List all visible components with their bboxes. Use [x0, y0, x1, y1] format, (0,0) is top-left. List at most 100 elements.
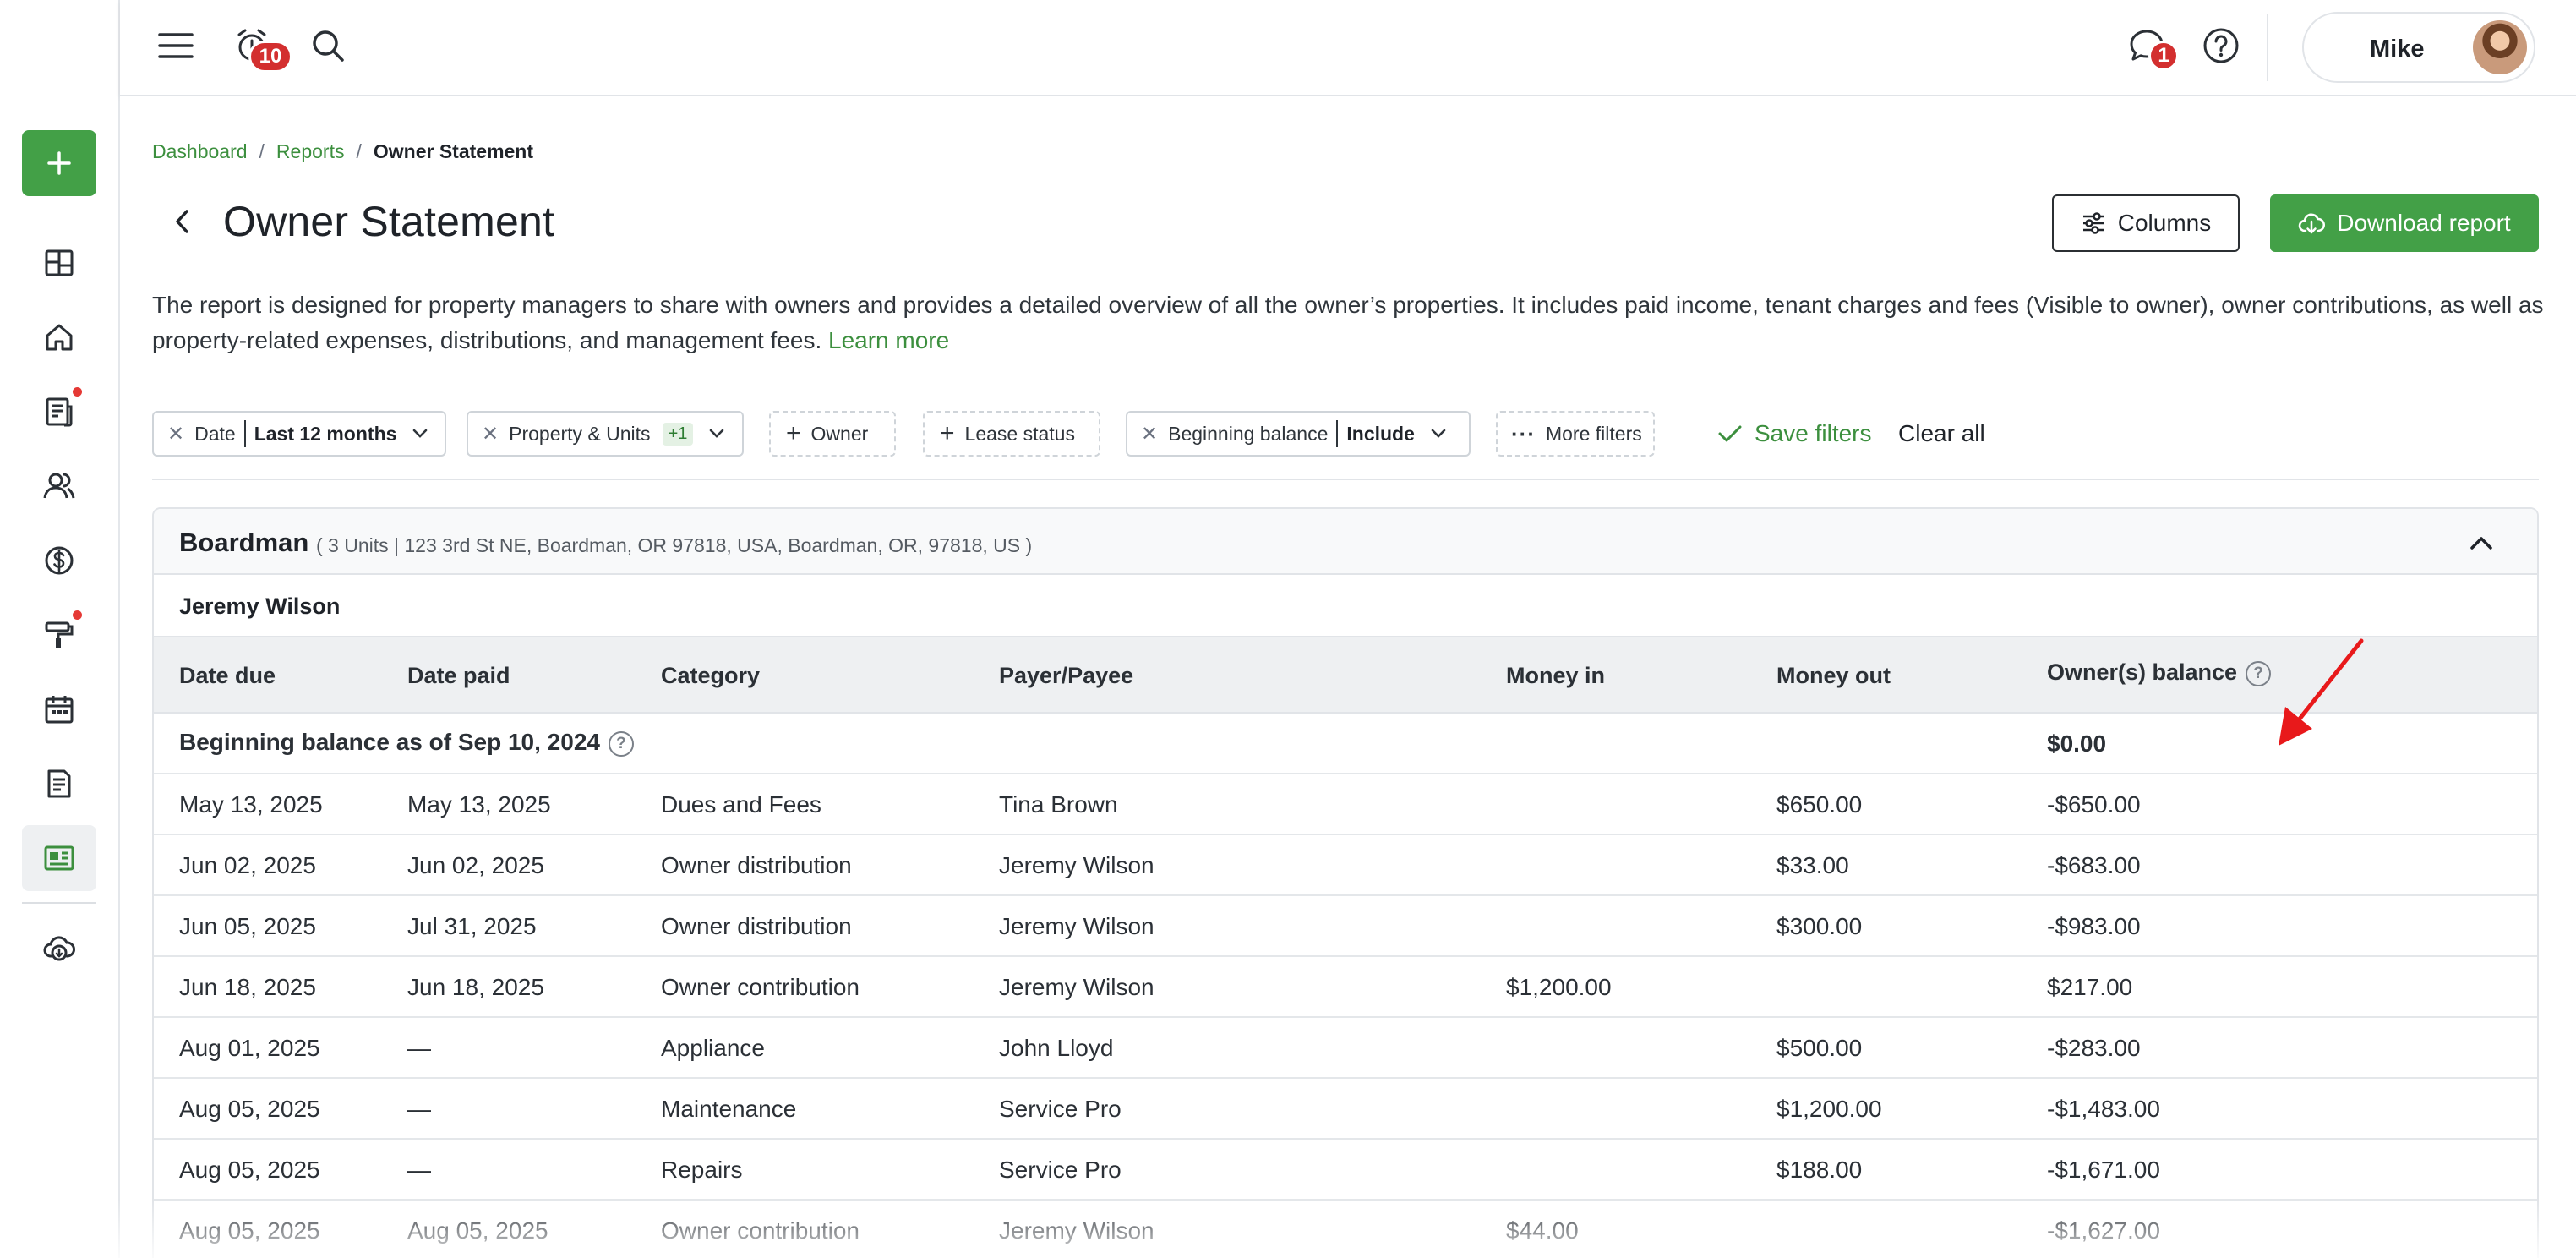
cell-date-due: Jun 02, 2025: [179, 852, 316, 878]
save-filters-button[interactable]: Save filters: [1717, 411, 1872, 457]
table-row[interactable]: Aug 05, 2025 Aug 05, 2025 Owner contributi…: [154, 1201, 2537, 1258]
chip-divider: [243, 420, 246, 447]
cell-money-out: $300.00: [1776, 913, 1863, 939]
sidebar-item-leases[interactable]: [22, 379, 96, 445]
property-header[interactable]: Boardman ( 3 Units | 123 3rd St NE, Boar…: [154, 509, 2537, 575]
date-filter-chip[interactable]: ✕ Date Last 12 months: [152, 411, 446, 457]
sidebar-item-reports[interactable]: [22, 825, 96, 891]
sidebar-item-dashboard[interactable]: [22, 230, 96, 296]
sidebar-divider: [22, 902, 96, 904]
column-header-category[interactable]: Category: [661, 663, 760, 689]
user-menu[interactable]: Mike: [2302, 12, 2535, 83]
plus-icon: +: [786, 419, 801, 447]
top-bar: 10 1 Mike: [120, 0, 2576, 96]
chevron-up-icon[interactable]: [2466, 528, 2497, 558]
cell-money-out: $650.00: [1776, 791, 1863, 818]
notifications-button[interactable]: 10: [230, 22, 292, 73]
notifications-badge: 10: [248, 41, 292, 73]
download-report-button[interactable]: Download report: [2270, 194, 2539, 252]
cell-category: Dues and Fees: [661, 791, 821, 818]
property-filter-chip[interactable]: ✕ Property & Units +1: [467, 411, 744, 457]
remove-filter-icon[interactable]: ✕: [482, 422, 499, 446]
breadcrumb-dashboard[interactable]: Dashboard: [152, 140, 248, 163]
learn-more-link[interactable]: Learn more: [828, 327, 949, 353]
breadcrumb-separator: /: [356, 140, 362, 162]
more-dots-icon: ···: [1511, 420, 1536, 446]
cell-date-paid: Jun 02, 2025: [407, 852, 544, 878]
reports-icon: [44, 845, 74, 871]
add-button[interactable]: [22, 130, 96, 196]
cell-balance: -$1,483.00: [2047, 1096, 2160, 1122]
table-row[interactable]: Aug 01, 2025 — Appliance John Lloyd $500.00 -…: [154, 1018, 2537, 1079]
chevron-left-icon: [176, 210, 188, 233]
column-header-money-in[interactable]: Money in: [1506, 663, 1605, 689]
cell-date-due: May 13, 2025: [179, 791, 323, 818]
column-header-date-due[interactable]: Date due: [179, 663, 276, 689]
hamburger-icon: [158, 33, 194, 58]
cell-payer: Jeremy Wilson: [999, 974, 1154, 1000]
sidebar-item-properties[interactable]: [22, 304, 96, 370]
beginning-balance-filter-chip[interactable]: ✕ Beginning balance Include: [1126, 411, 1471, 457]
table-row[interactable]: Jun 18, 2025 Jun 18, 2025 Owner contributi…: [154, 957, 2537, 1018]
cell-date-paid: Aug 05, 2025: [407, 1217, 548, 1244]
lease-status-filter-chip[interactable]: + Lease status: [923, 411, 1100, 457]
cell-balance: $217.00: [2047, 974, 2133, 1000]
notification-dot: [73, 610, 82, 620]
balance-header-label: Owner(s) balance: [2047, 659, 2238, 685]
cell-category: Appliance: [661, 1035, 765, 1061]
cell-money-out: $1,200.00: [1776, 1096, 1882, 1122]
property-filter-label: Property & Units: [509, 422, 651, 445]
column-header-date-paid[interactable]: Date paid: [407, 663, 510, 689]
table-row[interactable]: Jun 02, 2025 Jun 02, 2025 Owner distributi…: [154, 835, 2537, 896]
help-icon[interactable]: ?: [608, 730, 634, 757]
date-filter-value: Last 12 months: [254, 422, 397, 445]
table-row[interactable]: Jun 05, 2025 Jul 31, 2025 Owner distributi…: [154, 896, 2537, 957]
dollar-icon: [45, 546, 74, 575]
cell-money-out: $500.00: [1776, 1035, 1863, 1061]
search-icon: [313, 30, 344, 62]
chip-divider: [1336, 420, 1339, 447]
clear-all-button[interactable]: Clear all: [1898, 411, 1985, 457]
help-button[interactable]: [2197, 22, 2245, 69]
cell-balance: -$683.00: [2047, 852, 2141, 878]
cell-balance: -$650.00: [2047, 791, 2141, 818]
sidebar-item-calendar[interactable]: [22, 676, 96, 742]
beginning-balance-text: Beginning balance as of Sep 10, 2024: [179, 729, 600, 755]
messages-button[interactable]: 1: [2123, 22, 2179, 71]
cell-category: Repairs: [661, 1157, 743, 1183]
remove-filter-icon[interactable]: ✕: [167, 422, 184, 446]
cell-balance: -$283.00: [2047, 1035, 2141, 1061]
chevron-down-icon: [1431, 429, 1446, 438]
beginning-balance-amount: $0.00: [2047, 730, 2107, 757]
columns-label: Columns: [2117, 210, 2212, 236]
table-row[interactable]: May 13, 2025 May 13, 2025 Dues and Fees Tin…: [154, 774, 2537, 835]
column-header-payer[interactable]: Payer/Payee: [999, 663, 1133, 689]
table-row[interactable]: Aug 05, 2025 — Repairs Service Pro $188.00 -$…: [154, 1140, 2537, 1201]
document-icon: [47, 769, 71, 798]
sliders-icon: [2082, 212, 2104, 234]
more-filters-button[interactable]: ··· More filters: [1496, 411, 1655, 457]
back-button[interactable]: [157, 196, 208, 247]
menu-button[interactable]: [152, 22, 199, 69]
cell-payer: Tina Brown: [999, 791, 1118, 818]
breadcrumb-reports[interactable]: Reports: [276, 140, 345, 163]
column-header-balance[interactable]: Owner(s) balance?: [2047, 659, 2272, 686]
sidebar-item-people[interactable]: [22, 453, 96, 519]
owner-filter-chip[interactable]: + Owner: [769, 411, 896, 457]
notification-dot: [73, 387, 82, 397]
columns-button[interactable]: Columns: [2052, 194, 2240, 252]
paint-roller-icon: [45, 621, 74, 648]
main-content: Dashboard / Reports / Owner Statement Ow…: [120, 96, 2576, 1258]
sidebar-item-documents[interactable]: [22, 751, 96, 817]
sidebar-item-accounting[interactable]: [22, 528, 96, 593]
owner-row: Jeremy Wilson: [154, 575, 2537, 637]
cell-date-paid: —: [407, 1157, 431, 1183]
table-row[interactable]: Aug 05, 2025 — Maintenance Service Pro $1,20…: [154, 1079, 2537, 1140]
remove-filter-icon[interactable]: ✕: [1141, 422, 1158, 446]
table-header: Date due Date paid Category Payer/Payee …: [154, 637, 2537, 714]
column-header-money-out[interactable]: Money out: [1776, 663, 1891, 689]
checkmark-icon: [1718, 425, 1742, 442]
sidebar-item-maintenance[interactable]: [22, 602, 96, 668]
sidebar-item-downloads[interactable]: [22, 915, 96, 981]
search-button[interactable]: [304, 22, 352, 69]
